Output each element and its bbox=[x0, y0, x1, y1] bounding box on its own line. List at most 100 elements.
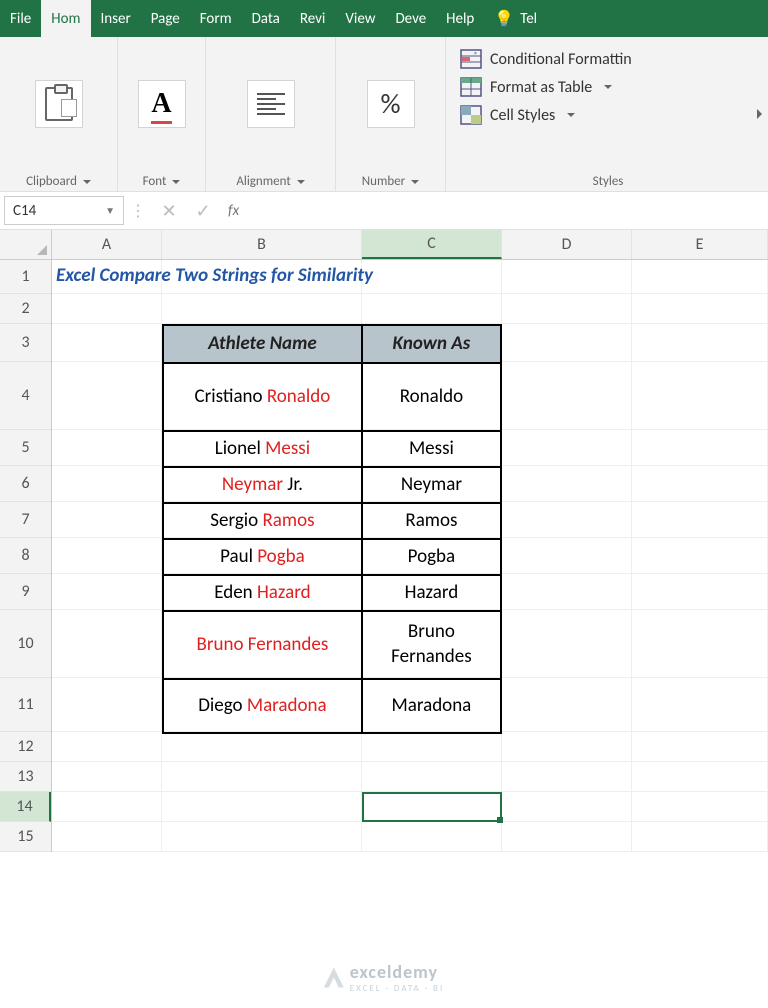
clipboard-icon[interactable] bbox=[35, 80, 83, 128]
formula-input[interactable] bbox=[247, 192, 768, 229]
ribbon-group-alignment: Alignment bbox=[206, 37, 336, 191]
table-row[interactable]: Ramos bbox=[362, 503, 501, 539]
table-row[interactable]: Ronaldo bbox=[362, 363, 501, 431]
chevron-down-icon: ▼ bbox=[105, 204, 115, 217]
name-box[interactable]: C14 ▼ bbox=[4, 196, 124, 225]
table-row[interactable]: Cristiano Ronaldo bbox=[163, 363, 362, 431]
watermark-brand: exceldemy bbox=[350, 961, 438, 983]
group-label-styles: Styles bbox=[460, 168, 756, 189]
ribbon-tab-inser[interactable]: Inser bbox=[91, 0, 141, 37]
watermark: exceldemy EXCEL · DATA · BI bbox=[324, 961, 444, 994]
fx-text: fx bbox=[228, 202, 239, 220]
ribbon-tab-data[interactable]: Data bbox=[242, 0, 290, 37]
ribbon-tab-file[interactable]: File bbox=[0, 0, 41, 37]
tell-me-tab[interactable]: 💡Tel bbox=[484, 0, 547, 37]
chevron-down-icon bbox=[83, 180, 91, 184]
format-as-table-button[interactable]: Format as Table bbox=[460, 73, 756, 101]
cells-area[interactable]: Excel Compare Two Strings for Similarity… bbox=[52, 260, 768, 852]
column-header-B[interactable]: B bbox=[162, 230, 362, 259]
table-row[interactable]: Sergio Ramos bbox=[163, 503, 362, 539]
column-headers: ABCDE bbox=[0, 230, 768, 260]
bulb-icon: 💡 bbox=[494, 9, 514, 29]
ribbon-tab-revi[interactable]: Revi bbox=[290, 0, 336, 37]
table-row[interactable]: Bruno Fernandes bbox=[163, 611, 362, 679]
watermark-sub: EXCEL · DATA · BI bbox=[350, 983, 444, 994]
row-header-10[interactable]: 10 bbox=[0, 610, 51, 678]
table-header-c[interactable]: Known As bbox=[362, 325, 501, 363]
ribbon-tab-hom[interactable]: Hom bbox=[41, 0, 90, 37]
ribbon-group-number: % Number bbox=[336, 37, 446, 191]
column-header-E[interactable]: E bbox=[632, 230, 768, 259]
font-label-text: Font bbox=[143, 174, 167, 189]
conditional-formatting-button[interactable]: ≠ Conditional Formattin bbox=[460, 45, 756, 73]
chevron-down-icon bbox=[567, 113, 575, 117]
watermark-logo-icon bbox=[324, 968, 344, 988]
table-row[interactable]: Eden Hazard bbox=[163, 575, 362, 611]
ribbon-tab-help[interactable]: Help bbox=[436, 0, 484, 37]
ribbon-tabs: FileHomInserPageFormDataReviViewDeveHelp… bbox=[0, 0, 768, 37]
group-label-font[interactable]: Font bbox=[143, 170, 181, 189]
number-label-text: Number bbox=[362, 174, 405, 189]
group-label-clipboard[interactable]: Clipboard bbox=[26, 170, 91, 189]
alignment-label-text: Alignment bbox=[236, 174, 290, 189]
row-header-13[interactable]: 13 bbox=[0, 762, 51, 792]
table-row[interactable]: Bruno Fernandes bbox=[362, 611, 501, 679]
format-as-table-label: Format as Table bbox=[490, 78, 592, 97]
group-label-number[interactable]: Number bbox=[362, 170, 419, 189]
fx-label[interactable]: fx bbox=[220, 192, 247, 229]
cell-styles-button[interactable]: Cell Styles bbox=[460, 101, 756, 129]
table-row[interactable]: Messi bbox=[362, 431, 501, 467]
group-label-alignment[interactable]: Alignment bbox=[236, 170, 304, 189]
alignment-icon[interactable] bbox=[247, 80, 295, 128]
cancel-formula-button[interactable]: ✕ bbox=[152, 192, 186, 229]
row-header-14[interactable]: 14 bbox=[0, 792, 51, 822]
column-header-A[interactable]: A bbox=[52, 230, 162, 259]
row-header-8[interactable]: 8 bbox=[0, 538, 51, 574]
table-row[interactable]: Hazard bbox=[362, 575, 501, 611]
table-row[interactable]: Maradona bbox=[362, 679, 501, 733]
number-icon[interactable]: % bbox=[367, 80, 415, 128]
font-icon[interactable]: A bbox=[138, 80, 186, 128]
ribbon-tab-deve[interactable]: Deve bbox=[385, 0, 436, 37]
row-header-2[interactable]: 2 bbox=[0, 294, 51, 324]
ribbon-group-font: A Font bbox=[118, 37, 206, 191]
table-row[interactable]: Paul Pogba bbox=[163, 539, 362, 575]
column-header-D[interactable]: D bbox=[502, 230, 632, 259]
row-header-11[interactable]: 11 bbox=[0, 678, 51, 732]
ribbon-tab-form[interactable]: Form bbox=[190, 0, 242, 37]
row-header-12[interactable]: 12 bbox=[0, 732, 51, 762]
column-header-C[interactable]: C bbox=[362, 230, 502, 259]
formula-bar: C14 ▼ ⋮ ✕ ✓ fx bbox=[0, 192, 768, 230]
row-header-5[interactable]: 5 bbox=[0, 430, 51, 466]
table-row[interactable]: Pogba bbox=[362, 539, 501, 575]
ribbon: Clipboard A Font Alignment % Number ≠ Co… bbox=[0, 37, 768, 192]
row-header-3[interactable]: 3 bbox=[0, 324, 51, 362]
table-row[interactable]: Diego Maradona bbox=[163, 679, 362, 733]
ribbon-expand-arrow-icon[interactable] bbox=[757, 109, 762, 119]
chevron-down-icon bbox=[297, 180, 305, 184]
table-row[interactable]: Neymar Jr. bbox=[163, 467, 362, 503]
separator: ⋮ bbox=[124, 192, 152, 229]
row-headers: 123456789101112131415 bbox=[0, 260, 52, 852]
table-header-b[interactable]: Athlete Name bbox=[163, 325, 362, 363]
data-table: Athlete NameKnown AsCristiano RonaldoRon… bbox=[162, 324, 502, 734]
enter-formula-button[interactable]: ✓ bbox=[186, 192, 220, 229]
ribbon-tab-page[interactable]: Page bbox=[141, 0, 190, 37]
format-as-table-icon bbox=[460, 77, 482, 97]
ribbon-group-clipboard: Clipboard bbox=[0, 37, 118, 191]
row-header-9[interactable]: 9 bbox=[0, 574, 51, 610]
chevron-down-icon bbox=[604, 85, 612, 89]
conditional-formatting-label: Conditional Formattin bbox=[490, 50, 632, 69]
select-all-corner[interactable] bbox=[0, 230, 52, 259]
row-header-1[interactable]: 1 bbox=[0, 260, 51, 294]
row-header-15[interactable]: 15 bbox=[0, 822, 51, 852]
table-row[interactable]: Neymar bbox=[362, 467, 501, 503]
svg-text:≠: ≠ bbox=[474, 49, 477, 57]
row-header-4[interactable]: 4 bbox=[0, 362, 51, 430]
table-row[interactable]: Lionel Messi bbox=[163, 431, 362, 467]
name-box-value: C14 bbox=[13, 202, 36, 220]
row-header-6[interactable]: 6 bbox=[0, 466, 51, 502]
chevron-down-icon bbox=[411, 180, 419, 184]
ribbon-tab-view[interactable]: View bbox=[335, 0, 385, 37]
row-header-7[interactable]: 7 bbox=[0, 502, 51, 538]
